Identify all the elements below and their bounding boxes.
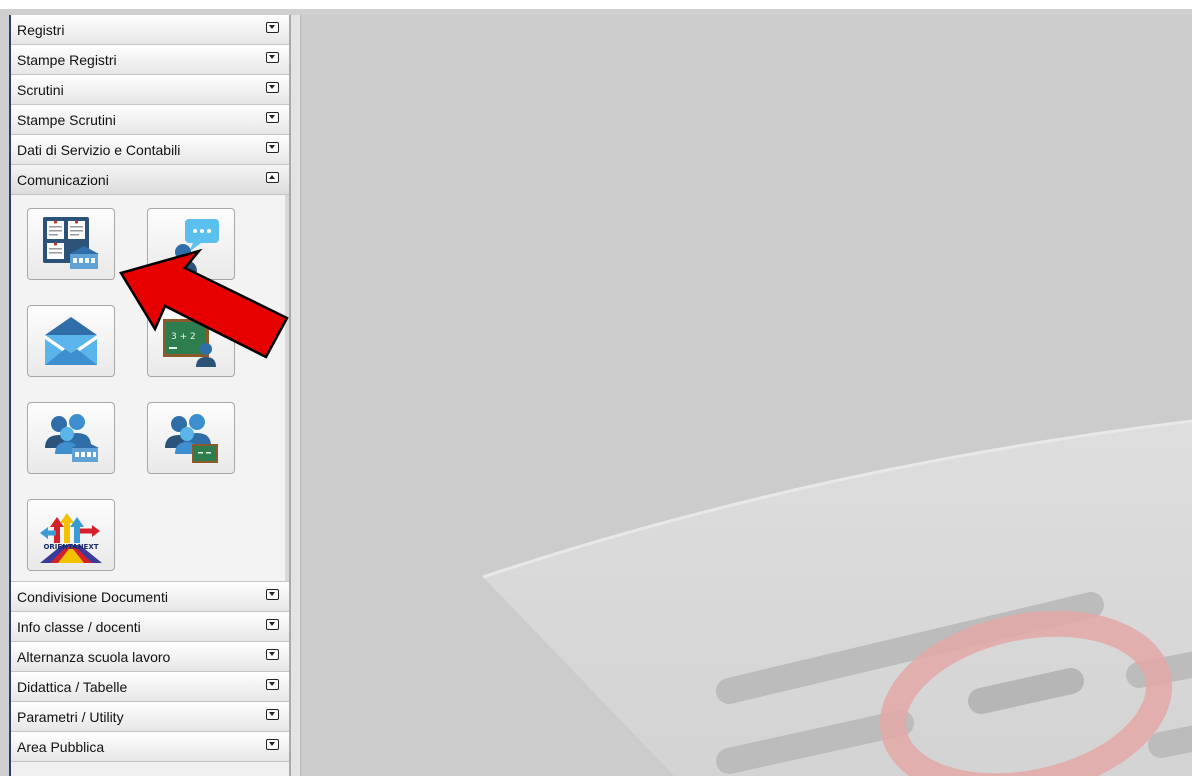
comunicazioni-panel: 3 + 2 ORIENTANEXT bbox=[11, 195, 289, 582]
menu-section-label: Stampe Scrutini bbox=[17, 111, 116, 128]
menu-section-stampe-registri[interactable]: Stampe Registri bbox=[11, 45, 289, 75]
menu-section-scrutini[interactable]: Scrutini bbox=[11, 75, 289, 105]
orientanext-logo-text: ORIENTANEXT bbox=[43, 543, 98, 551]
tile-bacheca-button[interactable] bbox=[27, 208, 115, 280]
svg-text:3 + 2: 3 + 2 bbox=[171, 332, 196, 342]
menu-section-dati-servizio[interactable]: Dati di Servizio e Contabili bbox=[11, 135, 289, 165]
tile-messaggi-button[interactable] bbox=[27, 305, 115, 377]
menu-section-didattica[interactable]: Didattica / Tabelle bbox=[11, 672, 289, 702]
chevron-down-icon[interactable] bbox=[266, 679, 279, 690]
menu-section-label: Stampe Registri bbox=[17, 51, 117, 68]
chevron-down-icon[interactable] bbox=[266, 52, 279, 63]
chevron-down-icon[interactable] bbox=[266, 739, 279, 750]
bulletin-board-school-icon bbox=[43, 217, 99, 269]
chat-user-icon bbox=[169, 219, 219, 272]
splitter-handle[interactable] bbox=[291, 15, 301, 776]
chevron-down-icon[interactable] bbox=[266, 589, 279, 600]
orientanext-icon: ORIENTANEXT bbox=[40, 513, 102, 563]
menu-section-label: Info classe / docenti bbox=[17, 618, 141, 635]
chevron-down-icon[interactable] bbox=[266, 649, 279, 660]
tile-lezioni-button[interactable]: 3 + 2 bbox=[147, 305, 235, 377]
sidebar-menu: Registri Stampe Registri Scrutini Stampe… bbox=[9, 15, 289, 776]
chevron-down-icon[interactable] bbox=[266, 82, 279, 93]
menu-section-label: Comunicazioni bbox=[17, 171, 109, 188]
menu-section-registri[interactable]: Registri bbox=[11, 15, 289, 45]
chevron-down-icon[interactable] bbox=[266, 709, 279, 720]
menu-section-label: Dati di Servizio e Contabili bbox=[17, 141, 181, 158]
top-bar bbox=[0, 0, 1192, 9]
tile-gruppi-scuola-button[interactable] bbox=[27, 402, 115, 474]
blackboard-teacher-icon: 3 + 2 bbox=[163, 319, 216, 367]
menu-section-comunicazioni[interactable]: Comunicazioni bbox=[11, 165, 289, 195]
chevron-down-icon[interactable] bbox=[266, 22, 279, 33]
chevron-down-icon[interactable] bbox=[266, 142, 279, 153]
background-document-illustration bbox=[482, 419, 1192, 776]
menu-section-parametri[interactable]: Parametri / Utility bbox=[11, 702, 289, 732]
chevron-down-icon[interactable] bbox=[266, 619, 279, 630]
main-content-area bbox=[301, 15, 1192, 776]
tile-colloqui-button[interactable] bbox=[147, 208, 235, 280]
menu-section-label: Parametri / Utility bbox=[17, 708, 124, 725]
menu-section-condivisione[interactable]: Condivisione Documenti bbox=[11, 582, 289, 612]
group-blackboard-icon bbox=[165, 414, 218, 463]
menu-section-label: Area Pubblica bbox=[17, 738, 105, 755]
menu-section-label: Scrutini bbox=[17, 81, 64, 98]
menu-section-stampe-scrutini[interactable]: Stampe Scrutini bbox=[11, 105, 289, 135]
menu-section-label: Didattica / Tabelle bbox=[17, 678, 128, 695]
chevron-down-icon[interactable] bbox=[266, 112, 279, 123]
menu-section-label: Alternanza scuola lavoro bbox=[17, 648, 171, 665]
group-school-icon bbox=[45, 414, 99, 462]
tile-gruppi-classe-button[interactable] bbox=[147, 402, 235, 474]
chevron-up-icon[interactable] bbox=[266, 172, 279, 183]
menu-section-label: Condivisione Documenti bbox=[17, 588, 168, 605]
menu-section-info-classe[interactable]: Info classe / docenti bbox=[11, 612, 289, 642]
envelope-icon bbox=[45, 317, 97, 365]
tile-orientanext-button[interactable]: ORIENTANEXT bbox=[27, 499, 115, 571]
menu-section-label: Registri bbox=[17, 21, 65, 38]
menu-section-area-pubblica[interactable]: Area Pubblica bbox=[11, 732, 289, 762]
menu-section-alternanza[interactable]: Alternanza scuola lavoro bbox=[11, 642, 289, 672]
